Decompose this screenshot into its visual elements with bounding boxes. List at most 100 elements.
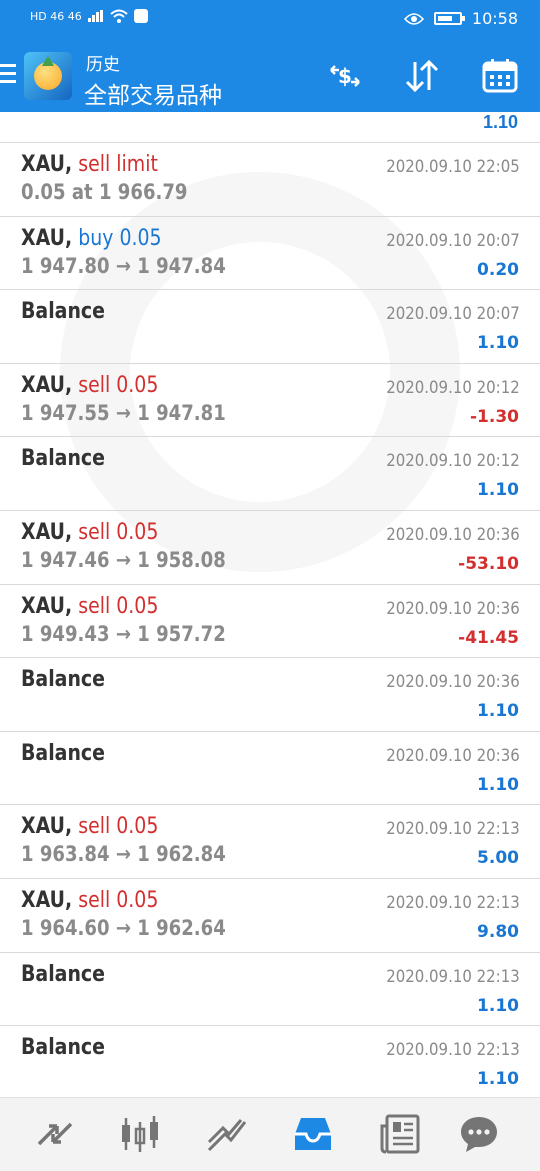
table-row[interactable]: XAU, sell 0.05 1 947.46 → 1 958.08 2020.09… — [0, 510, 540, 583]
table-row[interactable]: Balance 2020.09.10 20:36 1.10 — [0, 730, 540, 804]
chart-icon — [122, 1116, 158, 1152]
table-row[interactable]: Balance 2020.09.10 22:13 1.10 — [0, 951, 540, 1025]
menu-icon[interactable] — [0, 64, 16, 86]
row-symbol: Balance — [21, 446, 105, 472]
tab-chat[interactable] — [457, 1112, 501, 1156]
row-title: XAU, buy 0.05 — [21, 226, 162, 251]
svg-text:$: $ — [338, 64, 352, 88]
row-amount: -41.45 — [458, 627, 519, 648]
table-row[interactable]: XAU, sell 0.05 1 947.55 → 1 947.81 2020.09… — [0, 362, 540, 436]
row-action: sell 0.05 — [78, 888, 159, 913]
row-symbol: XAU, — [21, 152, 73, 177]
row-symbol: Balance — [21, 1035, 105, 1061]
calendar-icon — [482, 59, 518, 93]
history-icon — [295, 1118, 331, 1150]
battery-icon — [433, 12, 465, 25]
table-row[interactable]: XAU, sell 0.05 1 949.43 → 1 957.72 2020.09… — [0, 583, 540, 657]
row-title: Balance — [21, 741, 105, 766]
status-bar: HD 46 46 10:58 — [0, 0, 540, 40]
sort-button[interactable] — [402, 56, 442, 96]
row-detail: 1 949.43 → 1 957.72 — [21, 621, 226, 646]
row-amount: -53.10 — [458, 554, 519, 574]
row-time: 2020.09.10 22:05 — [386, 157, 520, 177]
row-title: Balance — [21, 299, 105, 324]
row-action: sell 0.05 — [78, 814, 159, 840]
signal-icon — [87, 10, 103, 22]
row-time: 2020.09.10 20:12 — [386, 377, 520, 398]
row-detail: 1 963.84 → 1 962.84 — [21, 842, 226, 867]
table-row[interactable]: Balance 2020.09.10 20:12 1.10 — [0, 436, 540, 509]
deposit-withdraw-button[interactable]: $ — [325, 56, 365, 96]
row-title: Balance — [21, 1035, 105, 1060]
row-time: 2020.09.10 20:36 — [386, 598, 520, 619]
table-row[interactable]: XAU, sell 0.05 1 964.60 → 1 962.64 2020.09… — [0, 878, 540, 951]
row-title: XAU, sell 0.05 — [21, 373, 158, 398]
row-detail: 1 947.46 → 1 958.08 — [21, 548, 226, 572]
row-detail: 1 947.55 → 1 947.81 — [21, 400, 226, 425]
row-amount: 1.10 — [477, 1069, 519, 1090]
row-title: XAU, sell 0.05 — [21, 888, 158, 913]
row-time: 2020.09.10 20:07 — [386, 304, 520, 325]
row-title: XAU, sell 0.05 — [21, 814, 158, 839]
page-subtitle: 历史 — [86, 55, 120, 75]
row-action: sell 0.05 — [78, 372, 159, 398]
row-title: Balance — [21, 667, 105, 692]
bottom-tab-bar — [0, 1097, 540, 1171]
row-time: 2020.09.10 22:13 — [386, 1040, 520, 1061]
tab-chart[interactable] — [118, 1112, 162, 1156]
app-logo — [24, 52, 72, 100]
row-symbol: Balance — [21, 299, 105, 325]
row-action: sell 0.05 — [78, 520, 159, 545]
app-bar: 历史 全部交易品种 $ — [0, 40, 540, 112]
row-symbol: Balance — [21, 961, 105, 987]
symbol-filter-title[interactable]: 全部交易品种 — [84, 76, 222, 110]
row-amount: 1.10 — [477, 701, 519, 722]
table-row[interactable]: Balance 2020.09.10 20:36 1.10 — [0, 657, 540, 730]
row-symbol: XAU, — [21, 225, 73, 251]
row-time: 2020.09.10 22:13 — [386, 966, 520, 987]
row-detail: 1 964.60 → 1 962.64 — [21, 916, 226, 940]
row-action: buy 0.05 — [78, 225, 162, 251]
row-time: 2020.09.10 20:12 — [386, 451, 520, 472]
row-detail: 1 947.80 → 1 947.84 — [21, 253, 226, 278]
row-amount: 1.10 — [477, 480, 519, 501]
table-row[interactable]: Balance 2020.09.10 22:13 1.10 — [0, 1025, 540, 1097]
chat-icon — [461, 1117, 497, 1152]
row-time: 2020.09.10 20:36 — [386, 745, 520, 766]
row-amount: 1.10 — [477, 995, 519, 1016]
row-action: sell limit — [78, 152, 158, 177]
news-icon — [380, 1114, 420, 1154]
table-row[interactable]: Balance 2020.09.10 20:07 1.10 — [0, 289, 540, 362]
status-left: HD 46 46 — [30, 9, 148, 23]
tab-quotes[interactable] — [33, 1112, 77, 1156]
row-time: 2020.09.10 22:13 — [386, 819, 520, 840]
row-symbol: XAU, — [21, 888, 73, 913]
wifi-icon — [110, 9, 128, 23]
table-row[interactable]: XAU, sell 0.05 1 963.84 → 1 962.84 2020.09… — [0, 804, 540, 877]
row-symbol: Balance — [21, 667, 105, 693]
row-amount: -1.30 — [470, 406, 519, 427]
quotes-icon — [37, 1122, 73, 1146]
row-symbol: XAU, — [21, 520, 73, 545]
tab-history[interactable] — [291, 1112, 335, 1156]
table-row[interactable]: XAU, sell limit 0.05 at 1 966.79 2020.09.1… — [0, 142, 540, 215]
dollar-exchange-icon: $ — [330, 64, 360, 88]
row-symbol: Balance — [21, 740, 105, 766]
trade-icon — [207, 1119, 247, 1152]
row-symbol: XAU, — [21, 593, 73, 619]
row-time: 2020.09.10 20:07 — [386, 230, 520, 251]
tab-trade[interactable] — [205, 1112, 249, 1156]
row-detail: 0.05 at 1 966.79 — [21, 180, 188, 204]
row-time: 2020.09.10 22:13 — [386, 893, 520, 913]
row-amount: 5.00 — [477, 848, 519, 869]
row-amount: 1.10 — [477, 774, 519, 795]
row-time: 2020.09.10 20:36 — [386, 672, 520, 693]
date-range-button[interactable] — [480, 56, 520, 96]
eye-icon — [403, 12, 424, 25]
row-action: sell 0.05 — [78, 593, 159, 619]
table-row[interactable]: XAU, buy 0.05 1 947.80 → 1 947.84 2020.09.… — [0, 215, 540, 289]
history-list[interactable]: 1.10 XAU, sell limit 0.05 at 1 966.79 2020… — [0, 112, 540, 1097]
sort-arrows-icon — [405, 59, 439, 93]
tab-news[interactable] — [378, 1112, 422, 1156]
row-title: XAU, sell 0.05 — [21, 594, 158, 619]
